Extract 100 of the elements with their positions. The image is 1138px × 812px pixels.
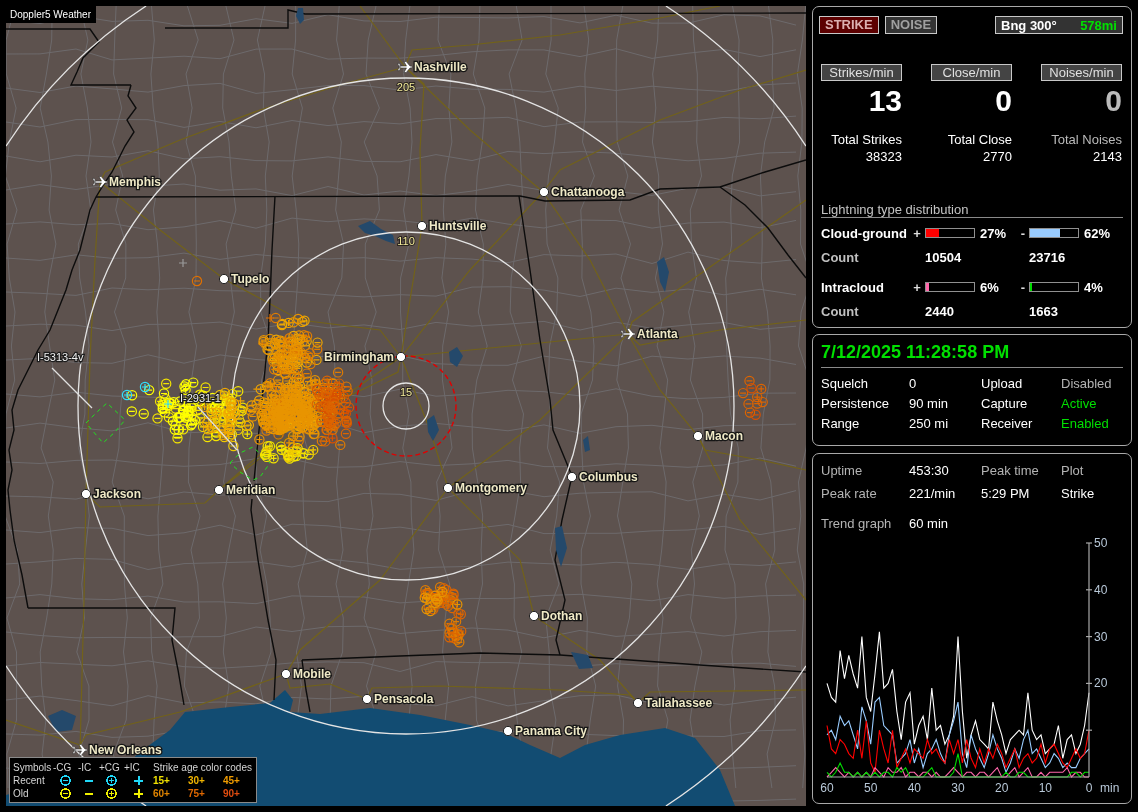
lake — [427, 415, 439, 441]
setting-value: 90 min — [909, 395, 950, 411]
total-value: 2143 — [1092, 148, 1122, 165]
stat-label: Plot — [1061, 462, 1085, 478]
axis-tick-label: 10 — [1038, 781, 1052, 795]
city-dot-icon — [538, 186, 550, 198]
polarity-sign: + — [913, 279, 921, 295]
stat-label: Peak rate — [821, 485, 878, 501]
total-label: Total Noises — [1050, 131, 1122, 148]
city-label: Mobile — [293, 667, 331, 681]
stat-value: 5:29 PM — [981, 485, 1031, 501]
stat-value: Strike — [1061, 485, 1096, 501]
age-color-code: 75+ — [188, 788, 206, 799]
city-label: New Orleans — [89, 743, 162, 757]
stat-value: 453:30 — [909, 462, 950, 478]
date-time: 7/12/2025 11:28:58 PM — [821, 341, 1011, 363]
city-dot-icon — [502, 725, 514, 737]
city-dot-icon — [442, 482, 454, 494]
type-label: Cloud-ground — [821, 225, 908, 241]
polarity-sign: - — [1020, 279, 1026, 295]
setting-label: Upload — [981, 375, 1024, 391]
lake — [657, 257, 669, 292]
lake — [555, 526, 567, 567]
plane-icon — [72, 744, 88, 756]
stat-value: 221/min — [909, 485, 957, 501]
stat-label: Trend graph — [821, 515, 893, 531]
setting-label: Persistence — [821, 395, 890, 411]
legend-heading: +CG — [99, 762, 121, 773]
age-color-code: 45+ — [223, 775, 241, 786]
rate-header: Close/min — [931, 64, 1012, 81]
rate-value: 13 — [867, 85, 902, 117]
setting-label: Squelch — [821, 375, 869, 391]
city-label: Pensacola — [374, 692, 434, 706]
legend-heading: -CG — [53, 762, 73, 773]
city-dot-icon — [361, 693, 373, 705]
mode-toggle[interactable]: STRIKE — [819, 16, 879, 34]
strike-cluster — [419, 582, 467, 648]
range-label: 205 — [396, 81, 416, 93]
axis-tick-label: 50 — [864, 781, 878, 795]
rate-header: Noises/min — [1041, 64, 1122, 81]
range-label: 15 — [399, 386, 413, 398]
age-color-code: 30+ — [188, 775, 206, 786]
count-value: 2440 — [925, 303, 955, 319]
strike-marker — [178, 258, 188, 268]
city-dot-icon — [566, 471, 578, 483]
age-color-code: 90+ — [223, 788, 241, 799]
city-label: Birmingham — [324, 350, 394, 364]
axis-tick-label: 50 — [1094, 536, 1108, 550]
city-dot-icon — [280, 668, 292, 680]
percent-value: 62% — [1083, 225, 1112, 241]
app-title: Doppler5 Weather — [6, 6, 96, 23]
total-label: Total Strikes — [830, 131, 902, 148]
legend-row-label: Old — [13, 788, 30, 799]
section-title: Lightning type distribution — [821, 202, 970, 217]
city-dot-icon — [528, 610, 540, 622]
count-label: Count — [821, 303, 860, 319]
total-label: Total Close — [946, 131, 1012, 148]
setting-value: Disabled — [1061, 375, 1113, 391]
city-dot-icon — [692, 430, 704, 442]
range-label: 110 — [397, 235, 415, 247]
total-value: 2770 — [982, 148, 1012, 165]
legend-heading: +IC — [124, 762, 141, 773]
axis-tick-label: 20 — [995, 781, 1009, 795]
city-label: Montgomery — [455, 481, 527, 495]
bearing-value: Bng 300° — [1001, 17, 1057, 33]
legend-row-label: Recent — [13, 775, 46, 786]
axis-tick-label: 30 — [951, 781, 965, 795]
percent-value: 6% — [979, 279, 1000, 295]
age-color-code: 60+ — [153, 788, 171, 799]
rate-header: Strikes/min — [821, 64, 902, 81]
lake — [583, 436, 590, 452]
lake — [48, 710, 76, 732]
setting-label: Range — [821, 415, 861, 431]
age-color-code: 15+ — [153, 775, 171, 786]
city-label: Chattanooga — [551, 185, 625, 199]
mode-toggle[interactable]: NOISE — [884, 16, 938, 34]
lake — [358, 221, 395, 244]
setting-value: Enabled — [1061, 415, 1110, 431]
city-label: Atlanta — [637, 327, 678, 341]
axis-tick-label: 20 — [1094, 676, 1108, 691]
axis-title: min — [1100, 781, 1120, 795]
count-value: 10504 — [925, 249, 963, 265]
city-dot-icon — [213, 484, 225, 496]
lake — [571, 652, 593, 669]
city-dot-icon — [218, 273, 230, 285]
setting-label: Capture — [981, 395, 1029, 411]
count-label: Count — [821, 249, 860, 265]
plane-icon — [92, 176, 108, 188]
plane-icon — [397, 61, 413, 73]
lake — [296, 8, 304, 24]
city-dot-icon — [395, 351, 407, 363]
axis-tick-label: 60 — [820, 781, 834, 795]
axis-tick-label: 40 — [1094, 582, 1108, 597]
stat-label: Uptime — [821, 462, 864, 478]
city-label: Huntsville — [429, 219, 487, 233]
legend-heading: Strike age color codes — [153, 762, 253, 773]
leader-line — [197, 406, 238, 451]
city-label: Jackson — [93, 487, 142, 501]
city-dot-icon — [416, 220, 428, 232]
strike-cluster — [737, 375, 768, 420]
